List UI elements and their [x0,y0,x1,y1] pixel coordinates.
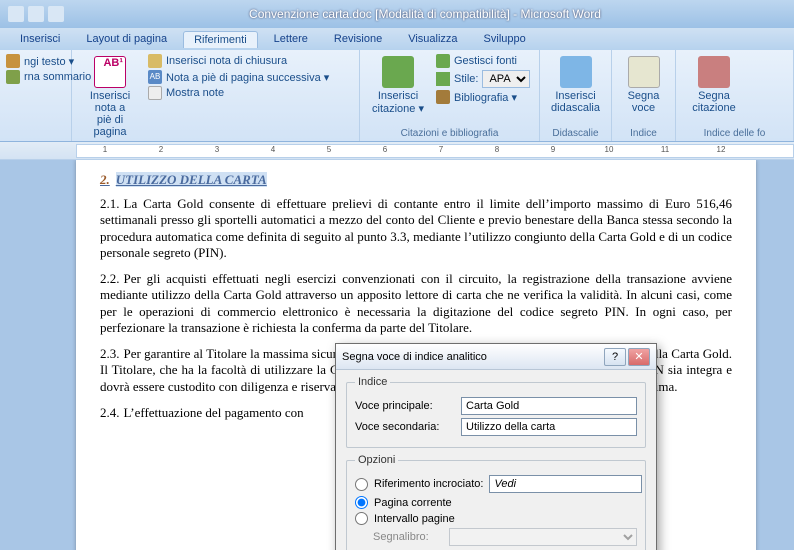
stile-selector[interactable]: Stile:APA [436,70,530,88]
close-button[interactable]: ✕ [628,348,650,366]
paragraph: 2.1.La Carta Gold consente di effettuare… [100,196,732,261]
text-icon [6,54,20,68]
sub-entry-label: Voce secondaria: [355,421,455,433]
mark-entry-icon [628,56,660,88]
tab-layout[interactable]: Layout di pagina [76,31,177,47]
inserisci-didascalia-btn[interactable]: Inserisci didascalia [546,54,605,116]
mostra-note-btn[interactable]: Mostra note [148,86,329,100]
group-label [6,137,65,139]
group-label: Didascalie [546,126,605,139]
cross-ref-radio[interactable] [355,478,368,491]
nota-successiva-btn[interactable]: ABNota a piè di pagina successiva ▾ [148,70,329,84]
main-entry-label: Voce principale: [355,400,455,412]
dialog-titlebar[interactable]: Segna voce di indice analitico ? ✕ [336,344,656,370]
group-label: Indice [618,126,669,139]
current-page-radio[interactable] [355,496,368,509]
bookmark-select [449,528,637,546]
tab-riferimenti[interactable]: Riferimenti [183,31,258,48]
selected-text: UTILIZZO DELLA CARTA [116,172,267,187]
tab-inserisci[interactable]: Inserisci [10,31,70,47]
inserisci-nota-chiusura-btn[interactable]: Inserisci nota di chiusura [148,54,329,68]
mark-citation-icon [698,56,730,88]
tab-sviluppo[interactable]: Sviluppo [474,31,536,47]
refresh-icon [6,70,20,84]
help-button[interactable]: ? [604,348,626,366]
sub-entry-input[interactable] [461,418,637,436]
next-note-icon: AB [148,70,162,84]
segna-voce-btn[interactable]: Segna voce [618,54,669,116]
inserisci-citazione-btn[interactable]: Inserisci citazione ▾ [366,54,430,117]
paragraph: 2.2.Per gli acquisti effettuati negli es… [100,271,732,336]
section-heading: 2.UTILIZZO DELLA CARTA [100,172,732,188]
ribbon: ngi testo ▾ rna sommario AB¹ Inserisci n… [0,50,794,142]
group-label: Citazioni e bibliografia [366,126,533,139]
opzioni-group: Opzioni Riferimento incrociato: Pagina c… [346,454,646,550]
tab-visualizza[interactable]: Visualizza [398,31,467,47]
cross-ref-input[interactable] [489,475,642,493]
dialog-title: Segna voce di indice analitico [342,351,602,363]
show-notes-icon [148,86,162,100]
segna-citazione-btn[interactable]: Segna citazione [682,54,746,116]
style-icon [436,72,450,86]
document-area[interactable]: 2.UTILIZZO DELLA CARTA 2.1.La Carta Gold… [0,160,794,550]
quick-access-toolbar [8,6,64,22]
indice-group: Indice Voce principale: Voce secondaria: [346,376,646,448]
tab-lettere[interactable]: Lettere [264,31,318,47]
sources-icon [436,54,450,68]
bibliografia-btn[interactable]: Bibliografia ▾ [436,90,530,104]
page-range-radio[interactable] [355,512,368,525]
main-entry-input[interactable] [461,397,637,415]
ribbon-tabs: Inserisci Layout di pagina Riferimenti L… [0,28,794,50]
group-label: Indice delle fo [682,126,787,139]
redo-icon[interactable] [48,6,64,22]
mark-index-entry-dialog: Segna voce di indice analitico ? ✕ Indic… [335,343,657,550]
horizontal-ruler[interactable]: 123456789101112 [0,142,794,160]
gestisci-fonti-btn[interactable]: Gestisci fonti [436,54,530,68]
biblio-icon [436,90,450,104]
window-title: Convenzione carta.doc [Modalità di compa… [64,7,786,21]
stile-select[interactable]: APA [482,70,530,88]
tab-revisione[interactable]: Revisione [324,31,392,47]
endnote-icon [148,54,162,68]
undo-icon[interactable] [28,6,44,22]
caption-icon [560,56,592,88]
save-icon[interactable] [8,6,24,22]
footnote-icon: AB¹ [94,56,126,88]
title-bar: Convenzione carta.doc [Modalità di compa… [0,0,794,28]
citation-icon [382,56,414,88]
inserisci-nota-pie-btn[interactable]: AB¹ Inserisci nota a piè di pagina [78,54,142,140]
